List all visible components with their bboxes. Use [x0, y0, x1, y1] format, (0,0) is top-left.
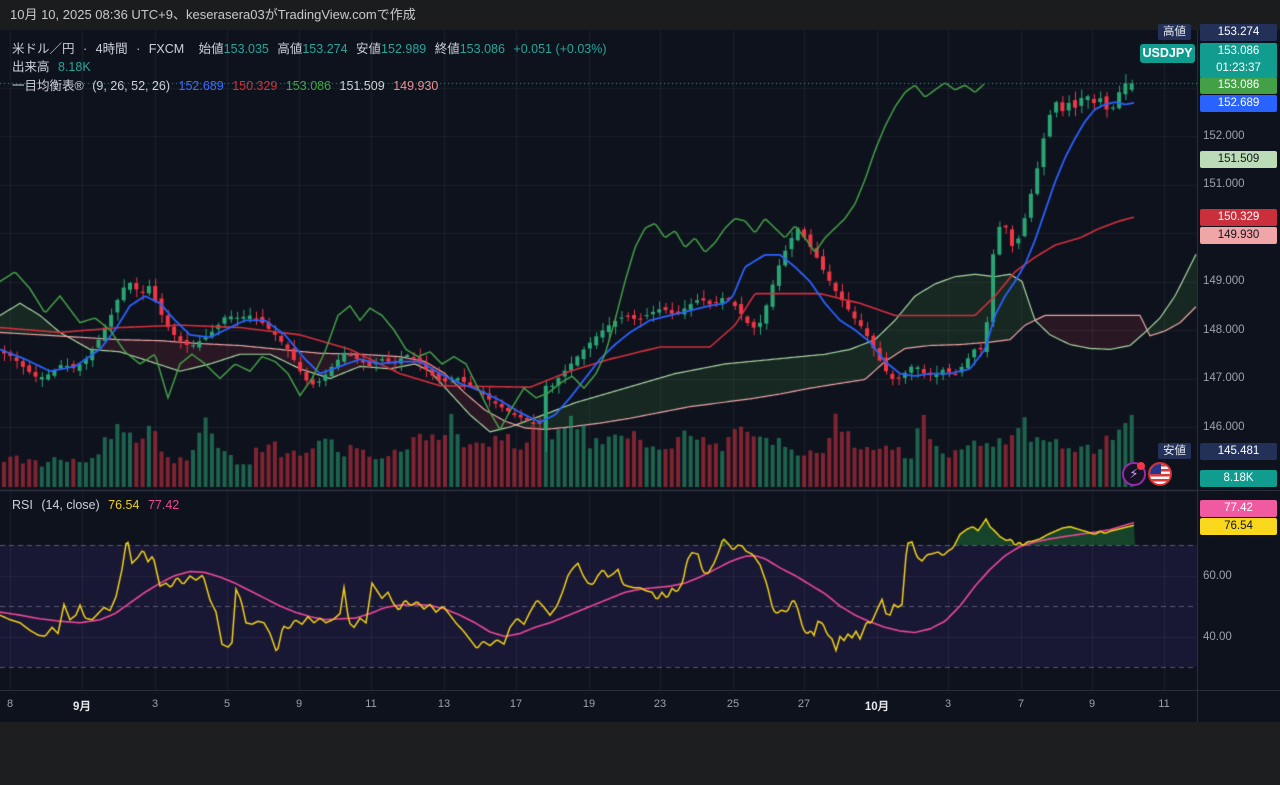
time-axis-label: 11 — [365, 698, 377, 710]
low-value: 152.989 — [381, 42, 427, 56]
price-tick: 148.000 — [1203, 324, 1245, 336]
time-axis-label: 10月 — [864, 701, 890, 713]
exchange-label: FXCM — [148, 42, 185, 56]
ichimoku-lagging-value: 153.086 — [285, 79, 332, 93]
time-axis-label: 5 — [223, 698, 231, 710]
price-tick: 151.000 — [1203, 178, 1245, 190]
time-axis-label: 9 — [1088, 698, 1096, 710]
volume-legend[interactable]: 出来高 8.18K — [12, 56, 96, 74]
time-axis-label: 9 — [295, 698, 303, 710]
us-flag-event-icon[interactable] — [1148, 462, 1172, 486]
low-price-label: 145.481 — [1200, 443, 1277, 460]
rsi-ma-value: 77.42 — [147, 498, 180, 512]
rsi-name: RSI — [12, 498, 33, 512]
price-tick: 147.000 — [1203, 372, 1245, 384]
attribution-text: 10月 10, 2025 08:36 UTC+9、keserasera03がTr… — [10, 7, 416, 22]
flag-union — [1150, 464, 1161, 474]
volume-value: 8.18K — [58, 60, 91, 74]
time-axis-label: 8 — [6, 698, 14, 710]
ichimoku-span-b-value: 149.930 — [393, 79, 439, 93]
time-axis-label: 9月 — [73, 701, 91, 713]
separator-dot: · — [136, 42, 141, 56]
ichimoku-legend[interactable]: 一目均衡表® (9, 26, 52, 26) 152.689 150.329 1… — [12, 75, 443, 93]
rsi-legend[interactable]: RSI (14, close) 76.54 77.42 — [12, 498, 184, 514]
time-axis-label: 7 — [1017, 698, 1025, 710]
symbol-badge[interactable]: USDJPY — [1140, 44, 1195, 63]
symbol-name: 米ドル／円 — [12, 42, 75, 56]
separator-dot: · — [83, 42, 88, 56]
tradingview-chart-page: 10月 10, 2025 08:36 UTC+9、keserasera03がTr… — [0, 0, 1280, 785]
ichimoku-name: 一目均衡表® — [12, 79, 84, 93]
interval-label[interactable]: 4時間 — [96, 42, 128, 56]
price-tick: 40.00 — [1203, 631, 1232, 643]
price-chart-canvas[interactable] — [0, 30, 1197, 690]
volume-value-label: 8.18K — [1200, 470, 1277, 487]
price-tick: 149.000 — [1203, 275, 1245, 287]
low-label: 安値 — [356, 42, 382, 56]
rsi-params: (14, close) — [41, 498, 100, 512]
last-price: 153.086 — [1217, 45, 1260, 57]
footer-bar: TradingView — [0, 722, 1280, 785]
axis-separator — [0, 690, 1280, 691]
high-price-label: 153.274 — [1200, 24, 1277, 41]
ichimoku-conversion-value: 152.689 — [178, 79, 224, 93]
change-value: +0.051 (+0.03%) — [513, 42, 607, 56]
bar-countdown: 01:23:37 — [1216, 62, 1261, 74]
volume-label: 出来高 — [12, 60, 50, 74]
high-price-tag: 高値 — [1158, 24, 1191, 40]
high-value: 153.274 — [302, 42, 348, 56]
rsi-value: 76.54 — [108, 498, 140, 512]
time-axis-label: 19 — [582, 698, 596, 710]
rsi-value-label: 76.54 — [1200, 518, 1277, 535]
lagging-span-label: 153.086 — [1200, 77, 1277, 94]
ichimoku-params: (9, 26, 52, 26) — [92, 79, 171, 93]
time-axis-label: 23 — [653, 698, 667, 710]
notification-dot — [1137, 462, 1145, 470]
time-axis-label: 11 — [1158, 698, 1170, 710]
base-line-label: 150.329 — [1200, 209, 1277, 226]
time-axis-label: 13 — [437, 698, 451, 710]
time-axis-label: 17 — [509, 698, 523, 710]
conversion-line-label: 152.689 — [1200, 95, 1277, 112]
low-price-tag: 安値 — [1158, 443, 1191, 459]
time-axis-label: 3 — [944, 698, 952, 710]
high-label: 高値 — [277, 42, 303, 56]
time-axis-label: 25 — [726, 698, 740, 710]
scale-border — [1197, 30, 1198, 722]
last-price-countdown-label: 153.086 01:23:37 — [1200, 43, 1277, 78]
chart-area[interactable] — [0, 30, 1280, 722]
ichimoku-span-a-value: 151.509 — [339, 79, 385, 93]
time-axis-label: 27 — [797, 698, 811, 710]
ichimoku-base-value: 150.329 — [232, 79, 278, 93]
open-value: 153.035 — [223, 42, 269, 56]
symbol-legend[interactable]: 米ドル／円 · 4時間 · FXCM 始値153.035 高値153.274 安… — [12, 38, 612, 56]
time-axis-label: 3 — [151, 698, 159, 710]
span-a-label: 151.509 — [1200, 151, 1277, 168]
close-value: 153.086 — [459, 42, 505, 56]
price-tick: 152.000 — [1203, 130, 1245, 142]
close-label: 終値 — [434, 42, 460, 56]
attribution-bar: 10月 10, 2025 08:36 UTC+9、keserasera03がTr… — [0, 0, 1280, 30]
rsi-ma-label: 77.42 — [1200, 500, 1277, 517]
price-tick: 60.00 — [1203, 570, 1232, 582]
open-label: 始値 — [198, 42, 224, 56]
price-tick: 146.000 — [1203, 421, 1245, 433]
pane-separator[interactable] — [0, 490, 1280, 491]
lightning-event-icon[interactable]: ⚡ — [1122, 462, 1146, 486]
span-b-label: 149.930 — [1200, 227, 1277, 244]
